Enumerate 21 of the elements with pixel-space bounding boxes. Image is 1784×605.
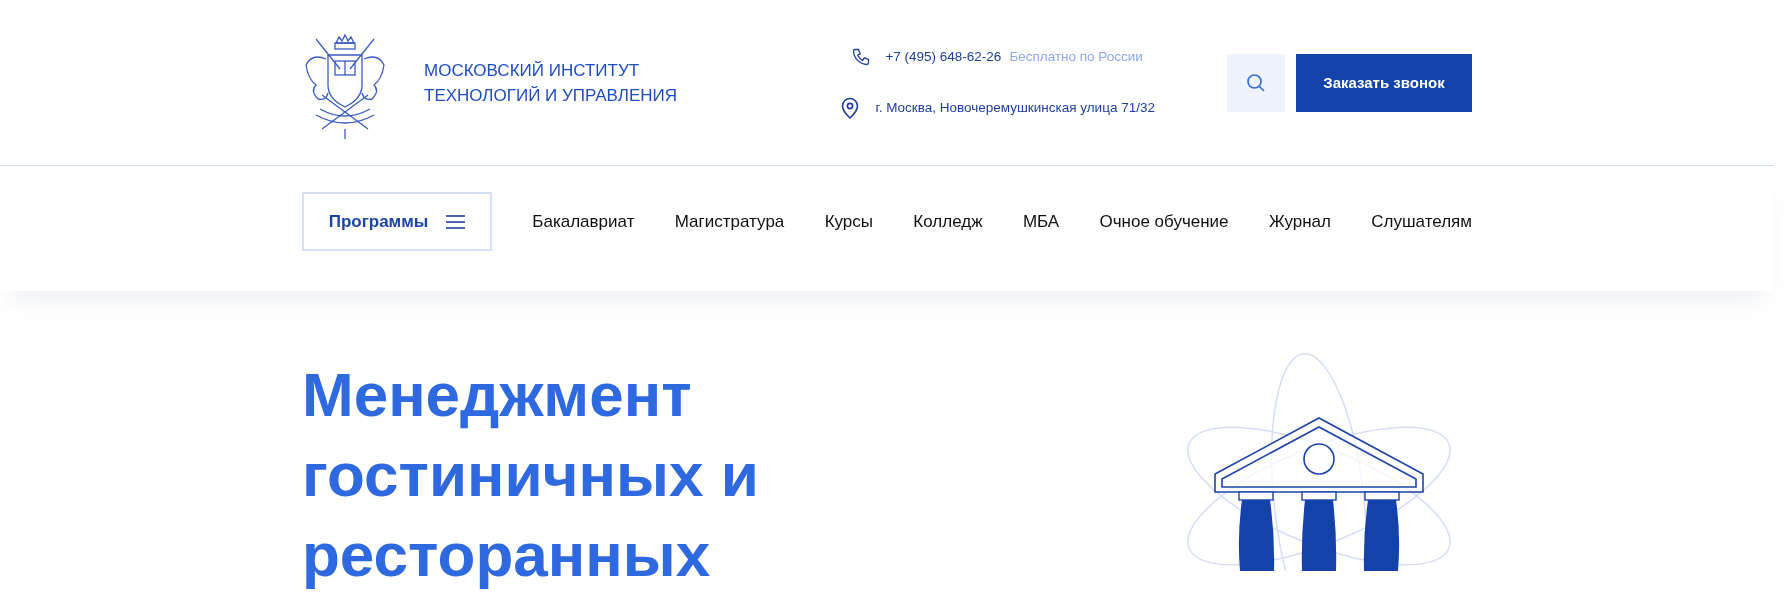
phone-note: Бесплатно по России [1009, 49, 1143, 64]
institute-name: ТЕХНОЛОГИЙ И УПРАВЛЕНИЯ [424, 84, 678, 107]
programs-menu-button[interactable]: Программы [302, 192, 492, 251]
nav-link[interactable]: Колледж [913, 211, 983, 232]
phone-link[interactable]: +7 (495) 648-62-26 [885, 49, 1002, 64]
nav-link[interactable]: МБА [1022, 211, 1060, 232]
institute-name: МОСКОВСКИЙ ИНСТИТУТ [424, 59, 641, 82]
nav-link[interactable]: Бакалавриат [532, 211, 635, 232]
search-button[interactable] [1227, 53, 1285, 112]
nav-link[interactable]: Очное обучение [1099, 211, 1229, 232]
phone-icon [851, 46, 872, 67]
nav-link[interactable]: Магистратура [674, 211, 785, 232]
nav-link[interactable]: Слушателям [1371, 211, 1472, 232]
search-icon [1246, 72, 1266, 93]
order-call-button[interactable]: Заказать звонок [1296, 53, 1472, 112]
menu-icon [446, 214, 466, 229]
location-pin-icon [841, 96, 860, 119]
nav-link[interactable]: Журнал [1268, 211, 1331, 232]
nav-link[interactable]: Курсы [824, 211, 873, 232]
page-heading: Менеджмент гостиничных и ресторанных [302, 359, 760, 591]
address-text: г. Москва, Новочеремушкинская улица 71/32 [875, 100, 1155, 115]
